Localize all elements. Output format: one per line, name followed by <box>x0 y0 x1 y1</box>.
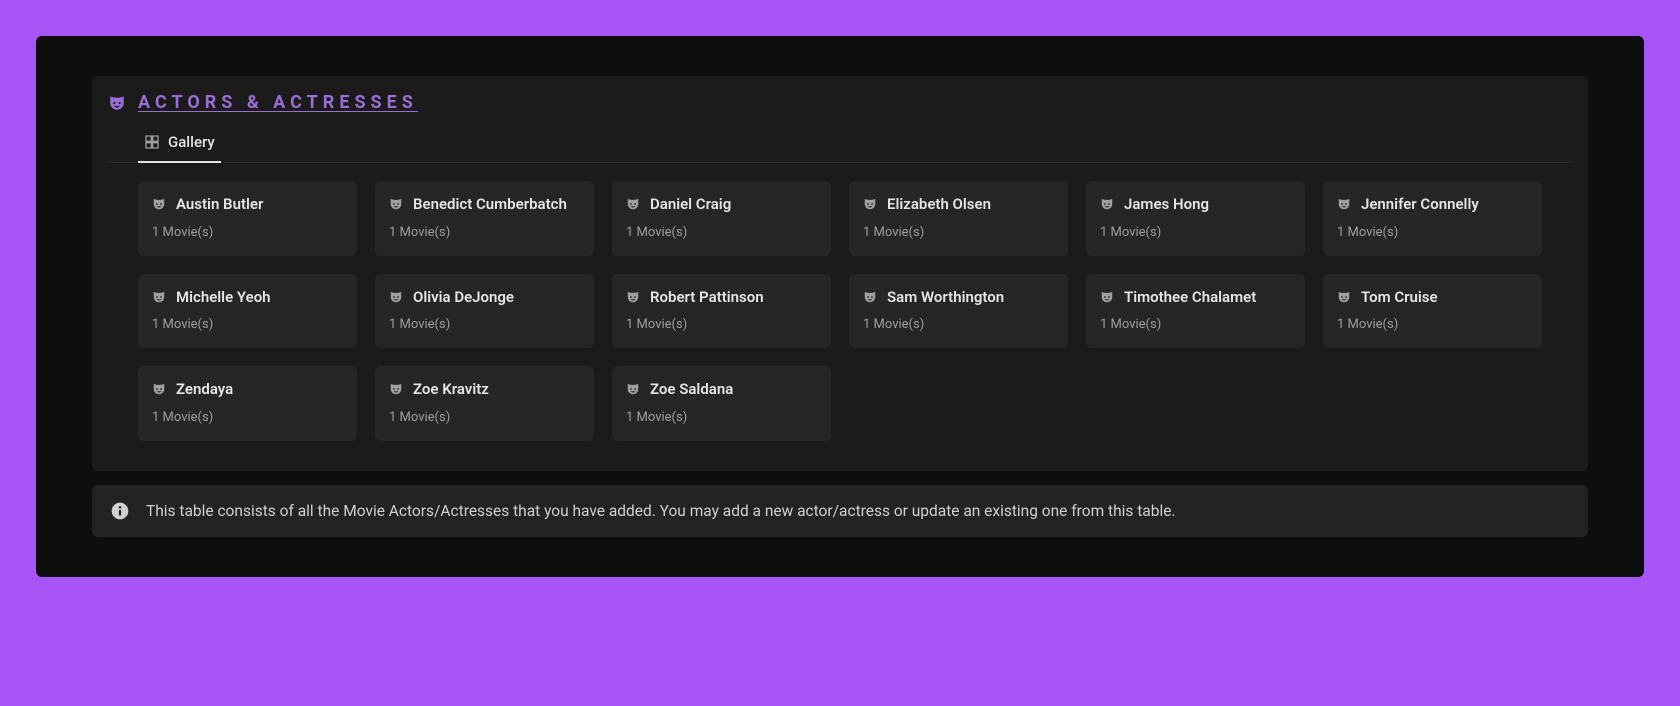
actor-card-head: Zoe Kravitz <box>389 380 580 400</box>
actor-card-head: Timothee Chalamet <box>1100 288 1291 308</box>
actor-card[interactable]: Zoe Saldana 1 Movie(s) <box>612 366 831 441</box>
actor-card-head: Olivia DeJonge <box>389 288 580 308</box>
actor-card-head: Zendaya <box>152 380 343 400</box>
actor-movie-count: 1 Movie(s) <box>152 225 343 240</box>
actor-name: Michelle Yeoh <box>176 288 271 308</box>
info-icon <box>110 501 130 521</box>
actor-movie-count: 1 Movie(s) <box>626 317 817 332</box>
actor-movie-count: 1 Movie(s) <box>1100 317 1291 332</box>
actor-card[interactable]: Timothee Chalamet 1 Movie(s) <box>1086 274 1305 349</box>
actor-card[interactable]: Robert Pattinson 1 Movie(s) <box>612 274 831 349</box>
actor-movie-count: 1 Movie(s) <box>1337 317 1528 332</box>
actor-card-head: James Hong <box>1100 195 1291 215</box>
theater-mask-icon <box>1337 197 1351 211</box>
actor-card-head: Robert Pattinson <box>626 288 817 308</box>
actor-card[interactable]: Zendaya 1 Movie(s) <box>138 366 357 441</box>
actor-card[interactable]: Michelle Yeoh 1 Movie(s) <box>138 274 357 349</box>
theater-mask-icon <box>152 290 166 304</box>
theater-mask-icon <box>389 290 403 304</box>
actor-card[interactable]: Zoe Kravitz 1 Movie(s) <box>375 366 594 441</box>
actor-name: Zoe Kravitz <box>413 380 489 400</box>
actor-card-head: Jennifer Connelly <box>1337 195 1528 215</box>
actor-name: Zendaya <box>176 380 233 400</box>
actor-movie-count: 1 Movie(s) <box>152 410 343 425</box>
actor-card-head: Michelle Yeoh <box>152 288 343 308</box>
tab-gallery[interactable]: Gallery <box>138 125 221 163</box>
actor-name: Jennifer Connelly <box>1361 195 1479 215</box>
actor-card-head: Austin Butler <box>152 195 343 215</box>
theater-mask-icon <box>1337 290 1351 304</box>
actor-card[interactable]: Jennifer Connelly 1 Movie(s) <box>1323 181 1542 256</box>
actor-card[interactable]: Sam Worthington 1 Movie(s) <box>849 274 1068 349</box>
actor-card[interactable]: Olivia DeJonge 1 Movie(s) <box>375 274 594 349</box>
actor-card[interactable]: James Hong 1 Movie(s) <box>1086 181 1305 256</box>
actor-card-head: Sam Worthington <box>863 288 1054 308</box>
actor-card[interactable]: Austin Butler 1 Movie(s) <box>138 181 357 256</box>
info-text: This table consists of all the Movie Act… <box>146 502 1176 520</box>
theater-mask-icon <box>626 382 640 396</box>
theater-mask-icon <box>108 94 126 112</box>
actor-name: Zoe Saldana <box>650 380 733 400</box>
actors-gallery: Austin Butler1 Movie(s)Benedict Cumberba… <box>108 163 1572 451</box>
actor-movie-count: 1 Movie(s) <box>626 410 817 425</box>
actor-name: James Hong <box>1124 195 1209 215</box>
actor-name: Benedict Cumberbatch <box>413 195 567 215</box>
actor-card[interactable]: Tom Cruise 1 Movie(s) <box>1323 274 1542 349</box>
actor-movie-count: 1 Movie(s) <box>389 410 580 425</box>
app-shell: ACTORS & ACTRESSES Gallery Austin Butler… <box>36 36 1644 577</box>
actor-movie-count: 1 Movie(s) <box>152 317 343 332</box>
actor-name: Sam Worthington <box>887 288 1004 308</box>
actor-name: Tom Cruise <box>1361 288 1438 308</box>
theater-mask-icon <box>152 382 166 396</box>
theater-mask-icon <box>863 197 877 211</box>
actor-movie-count: 1 Movie(s) <box>389 225 580 240</box>
theater-mask-icon <box>626 197 640 211</box>
panel-header: ACTORS & ACTRESSES <box>108 92 1572 125</box>
actor-card-head: Elizabeth Olsen <box>863 195 1054 215</box>
actor-name: Robert Pattinson <box>650 288 764 308</box>
theater-mask-icon <box>626 290 640 304</box>
actor-card[interactable]: Elizabeth Olsen 1 Movie(s) <box>849 181 1068 256</box>
actor-name: Olivia DeJonge <box>413 288 514 308</box>
actor-movie-count: 1 Movie(s) <box>1337 225 1528 240</box>
theater-mask-icon <box>1100 290 1114 304</box>
actor-movie-count: 1 Movie(s) <box>863 225 1054 240</box>
actors-panel: ACTORS & ACTRESSES Gallery Austin Butler… <box>92 76 1588 471</box>
actor-movie-count: 1 Movie(s) <box>626 225 817 240</box>
actor-name: Daniel Craig <box>650 195 731 215</box>
actor-card-head: Benedict Cumberbatch <box>389 195 580 215</box>
actor-movie-count: 1 Movie(s) <box>389 317 580 332</box>
actor-movie-count: 1 Movie(s) <box>1100 225 1291 240</box>
theater-mask-icon <box>152 197 166 211</box>
theater-mask-icon <box>863 290 877 304</box>
actor-card-head: Tom Cruise <box>1337 288 1528 308</box>
gallery-grid-icon <box>144 134 160 150</box>
theater-mask-icon <box>389 197 403 211</box>
theater-mask-icon <box>389 382 403 396</box>
actor-card[interactable]: Daniel Craig 1 Movie(s) <box>612 181 831 256</box>
panel-title: ACTORS & ACTRESSES <box>138 92 418 113</box>
actor-name: Timothee Chalamet <box>1124 288 1256 308</box>
theater-mask-icon <box>1100 197 1114 211</box>
actor-name: Austin Butler <box>176 195 263 215</box>
actor-card-head: Daniel Craig <box>626 195 817 215</box>
info-callout: This table consists of all the Movie Act… <box>92 485 1588 537</box>
actor-name: Elizabeth Olsen <box>887 195 991 215</box>
tab-gallery-label: Gallery <box>168 133 215 151</box>
tab-bar: Gallery <box>108 125 1572 163</box>
actor-card-head: Zoe Saldana <box>626 380 817 400</box>
actor-card[interactable]: Benedict Cumberbatch 1 Movie(s) <box>375 181 594 256</box>
actor-movie-count: 1 Movie(s) <box>863 317 1054 332</box>
